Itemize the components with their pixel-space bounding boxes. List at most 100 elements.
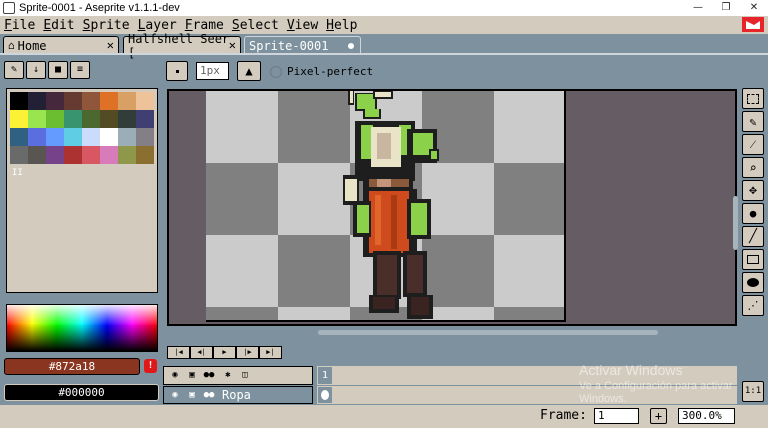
palette-swatch[interactable] <box>10 92 28 110</box>
palette-menu-button[interactable]: ≡ <box>70 61 90 79</box>
brush-type-button[interactable] <box>166 61 188 81</box>
previous-frame-button[interactable]: ◀| <box>190 346 213 359</box>
palette-options-button[interactable]: ↓ <box>26 61 46 79</box>
close-icon[interactable]: ✕ <box>229 38 236 52</box>
palette-swatch[interactable] <box>46 146 64 164</box>
palette-swatch[interactable] <box>118 146 136 164</box>
menu-frame[interactable]: Frame <box>181 18 228 33</box>
pencil-tool[interactable]: ✎ <box>742 111 764 132</box>
palette-swatch[interactable] <box>28 92 46 110</box>
pixel-perfect-checkbox[interactable] <box>270 66 282 78</box>
palette-swatch[interactable] <box>100 110 118 128</box>
gear-icon[interactable]: ✱ <box>222 369 234 381</box>
rectangle-tool[interactable] <box>742 249 764 270</box>
minimize-button[interactable]: — <box>684 0 712 16</box>
palette-swatch[interactable] <box>64 92 82 110</box>
move-arrows-icon: ✥ <box>749 183 757 198</box>
layer-lock-icon[interactable]: ▣ <box>186 389 198 401</box>
menu-view[interactable]: View <box>283 18 322 33</box>
menu-edit[interactable]: Edit <box>39 18 78 33</box>
sprite-canvas[interactable] <box>206 91 566 322</box>
palette-swatch[interactable] <box>82 128 100 146</box>
editor-horizontal-scrollbar[interactable] <box>318 330 658 335</box>
lock-icon[interactable]: ▣ <box>186 369 198 381</box>
editor-vertical-scrollbar[interactable] <box>733 196 738 250</box>
frame-input[interactable]: 1 <box>594 408 639 424</box>
palette-swatch[interactable] <box>10 146 28 164</box>
one-to-one-scale-button[interactable]: 1:1 <box>742 381 764 402</box>
brush-dot-icon <box>175 70 179 73</box>
palette-swatch[interactable] <box>46 128 64 146</box>
palette-swatch[interactable] <box>100 146 118 164</box>
eyedropper-tool[interactable]: ⁄ <box>742 134 764 155</box>
zoom-tool[interactable]: ⌕ <box>742 157 764 178</box>
edit-palette-button[interactable]: ✎ <box>4 61 24 79</box>
window-titlebar: Sprite-0001 - Aseprite v1.1.1-dev — ❐ ✕ <box>0 0 768 16</box>
frame-header[interactable]: 1 <box>317 366 333 385</box>
play-button[interactable]: ▶ <box>213 346 236 359</box>
marquee-tool[interactable] <box>742 88 764 109</box>
menu-sprite[interactable]: Sprite <box>79 18 134 33</box>
palette-swatch[interactable] <box>82 110 100 128</box>
palette-swatch[interactable] <box>46 92 64 110</box>
palette-swatch[interactable] <box>118 128 136 146</box>
next-frame-button[interactable]: |▶ <box>236 346 259 359</box>
tab-label: Home <box>17 38 47 53</box>
palette-swatch[interactable] <box>100 92 118 110</box>
palette-swatch[interactable] <box>28 128 46 146</box>
tab-home[interactable]: ⌂ Home ✕ <box>3 36 119 54</box>
ink-type-button[interactable]: ▲ <box>237 61 261 81</box>
add-frame-button[interactable]: + <box>650 408 667 424</box>
background-color-field[interactable]: #000000 <box>4 384 159 401</box>
menu-select[interactable]: Select <box>228 18 283 33</box>
menu-help[interactable]: Help <box>322 18 361 33</box>
palette-swatch[interactable] <box>118 92 136 110</box>
palette-swatch[interactable] <box>82 146 100 164</box>
close-icon[interactable]: ✕ <box>107 38 114 52</box>
line-tool[interactable]: ╱ <box>742 226 764 247</box>
palette-swatch[interactable] <box>82 92 100 110</box>
palette-swatch[interactable] <box>28 110 46 128</box>
tool-box: ✎ ⁄ ⌕ ✥ ● ╱ ⋰ <box>742 88 766 318</box>
tab-halfshell-seer[interactable]: Halfshell Seer [ ✕ <box>123 32 241 60</box>
menu-layer[interactable]: Layer <box>134 18 181 33</box>
first-frame-button[interactable]: |◀ <box>167 346 190 359</box>
palette-presets-button[interactable]: ■ <box>48 61 68 79</box>
palette-swatch[interactable] <box>118 110 136 128</box>
warning-icon[interactable]: ! <box>144 359 157 373</box>
palette-swatch[interactable] <box>10 110 28 128</box>
sprite-editor[interactable] <box>167 89 737 326</box>
menu-file[interactable]: File <box>0 18 39 33</box>
fill-tool[interactable]: ● <box>742 203 764 224</box>
palette-swatch[interactable] <box>100 128 118 146</box>
brush-size-field[interactable]: 1px <box>196 62 229 80</box>
palette-swatch[interactable] <box>28 146 46 164</box>
palette-drag-handle[interactable]: II <box>12 168 23 178</box>
palette-swatch[interactable] <box>64 146 82 164</box>
palette-swatch[interactable] <box>136 110 154 128</box>
spray-tool[interactable]: ⋰ <box>742 295 764 316</box>
close-window-button[interactable]: ✕ <box>740 0 768 16</box>
blur-tool[interactable] <box>742 272 764 293</box>
foreground-color-field[interactable]: #872a18 <box>4 358 140 375</box>
palette-swatch[interactable] <box>136 146 154 164</box>
palette-swatch[interactable] <box>46 110 64 128</box>
palette-swatch[interactable] <box>64 128 82 146</box>
continuous-icon[interactable]: ●● <box>203 369 215 381</box>
eye-icon[interactable]: ◉ <box>169 369 181 381</box>
layer-visible-icon[interactable]: ◉ <box>169 389 181 401</box>
last-frame-button[interactable]: ▶| <box>259 346 282 359</box>
palette-swatch[interactable] <box>136 92 154 110</box>
onion-skin-icon[interactable]: ◫ <box>239 369 251 381</box>
palette-swatch[interactable] <box>136 128 154 146</box>
palette-swatch[interactable] <box>64 110 82 128</box>
cel[interactable] <box>317 386 333 404</box>
layer-continuous-icon[interactable]: ●● <box>203 389 215 401</box>
palette-swatch[interactable] <box>10 128 28 146</box>
zoom-input[interactable]: 300.0% <box>678 408 735 424</box>
color-spectrum[interactable] <box>6 304 158 352</box>
layer-row[interactable]: ◉ ▣ ●● Ropa <box>163 386 313 404</box>
maximize-button[interactable]: ❐ <box>712 0 740 16</box>
pencil-icon: ✎ <box>749 114 757 129</box>
move-tool[interactable]: ✥ <box>742 180 764 201</box>
